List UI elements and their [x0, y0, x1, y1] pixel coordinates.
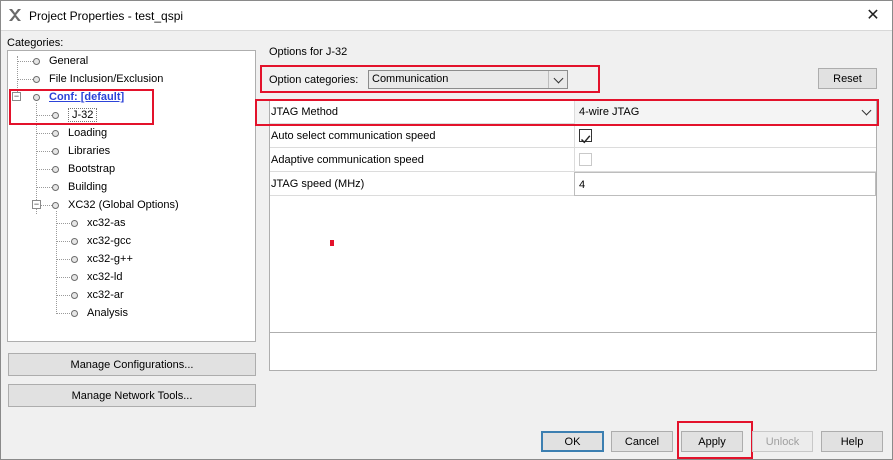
- node-bullet-icon: [33, 75, 40, 83]
- tree-guide: [56, 259, 70, 260]
- help-button[interactable]: Help: [821, 431, 883, 452]
- node-bullet-icon: [52, 129, 59, 137]
- tree-guide: [56, 211, 57, 314]
- apply-button[interactable]: Apply: [681, 431, 743, 452]
- tree-item-libraries[interactable]: Libraries: [52, 143, 110, 159]
- option-categories-label: Option categories:: [269, 74, 359, 86]
- tree-guide: [56, 241, 70, 242]
- tree-item-bootstrap[interactable]: Bootstrap: [52, 161, 115, 177]
- tree-item-xc32[interactable]: XC32 (Global Options): [52, 197, 179, 213]
- option-row-adaptive-speed: Adaptive communication speed: [270, 148, 876, 172]
- categories-heading: Categories:: [7, 37, 64, 49]
- close-icon: ✕: [866, 7, 880, 24]
- auto-select-speed-label: Auto select communication speed: [271, 130, 436, 142]
- node-bullet-icon: [33, 57, 40, 65]
- options-table: JTAG Method 4-wire JTAG Auto select comm…: [269, 99, 877, 371]
- category-tree: General File Inclusion/Exclusion − Conf:…: [7, 50, 256, 342]
- manage-configurations-button[interactable]: Manage Configurations...: [8, 353, 256, 376]
- node-bullet-icon: [52, 183, 59, 191]
- tree-item-general[interactable]: General: [33, 53, 88, 69]
- jtag-speed-input[interactable]: 4: [574, 172, 876, 196]
- tree-guide: [56, 223, 70, 224]
- jtag-speed-label: JTAG speed (MHz): [271, 178, 365, 190]
- tree-item-loading[interactable]: Loading: [52, 125, 107, 141]
- tree-guide: [36, 103, 37, 214]
- ok-button[interactable]: OK: [541, 431, 604, 452]
- tree-guide: [56, 295, 70, 296]
- tree-item-file-inclusion[interactable]: File Inclusion/Exclusion: [33, 71, 163, 87]
- tree-guide: [40, 205, 52, 206]
- node-bullet-icon: [71, 291, 78, 299]
- tree-item-j32[interactable]: J-32: [52, 107, 98, 123]
- jtag-speed-value: 4: [579, 179, 586, 191]
- tree-item-xc32-ld[interactable]: xc32-ld: [71, 269, 122, 285]
- option-row-jtag-method: JTAG Method 4-wire JTAG: [270, 100, 876, 124]
- jtag-method-value: 4-wire JTAG: [579, 106, 640, 118]
- option-categories-select[interactable]: Communication: [368, 70, 568, 89]
- collapse-xc32-icon[interactable]: −: [32, 200, 41, 209]
- collapse-conf-icon[interactable]: −: [12, 92, 21, 101]
- node-bullet-icon: [71, 255, 78, 263]
- tree-item-analysis[interactable]: Analysis: [71, 305, 128, 321]
- tree-guide: [36, 133, 52, 134]
- option-row-jtag-speed: JTAG speed (MHz) 4: [270, 172, 876, 196]
- auto-select-speed-cell: [574, 124, 876, 148]
- tree-guide: [36, 151, 52, 152]
- tree-guide: [17, 56, 18, 96]
- tree-item-xc32-gpp[interactable]: xc32-g++: [71, 251, 133, 267]
- node-bullet-icon: [71, 237, 78, 245]
- cancel-button[interactable]: Cancel: [611, 431, 673, 452]
- adaptive-speed-checkbox[interactable]: [579, 153, 592, 166]
- auto-select-speed-checkbox[interactable]: [579, 129, 592, 144]
- title-bar: Project Properties - test_qspi ✕: [1, 1, 892, 31]
- jtag-method-label: JTAG Method: [271, 106, 339, 118]
- node-bullet-icon: [52, 165, 59, 173]
- close-window-button[interactable]: ✕: [864, 7, 882, 25]
- jtag-method-select[interactable]: 4-wire JTAG: [574, 100, 876, 124]
- node-bullet-icon: [52, 111, 59, 119]
- tree-item-xc32-ar[interactable]: xc32-ar: [71, 287, 124, 303]
- tree-guide: [56, 277, 70, 278]
- node-bullet-icon: [71, 273, 78, 281]
- tree-guide: [36, 187, 52, 188]
- chevron-down-icon: [861, 105, 872, 116]
- adaptive-speed-label: Adaptive communication speed: [271, 154, 424, 166]
- description-divider: [270, 332, 876, 333]
- node-bullet-icon: [52, 147, 59, 155]
- app-logo-icon: [9, 9, 21, 21]
- unlock-button[interactable]: Unlock: [752, 431, 813, 452]
- tree-guide: [56, 313, 70, 314]
- tree-item-xc32-gcc[interactable]: xc32-gcc: [71, 233, 131, 249]
- option-categories-value: Communication: [372, 73, 449, 85]
- node-bullet-icon: [52, 201, 59, 209]
- tree-guide: [36, 169, 52, 170]
- node-bullet-icon: [33, 93, 40, 101]
- project-properties-dialog: Project Properties - test_qspi ✕ Categor…: [0, 0, 893, 460]
- tree-item-conf[interactable]: Conf: [default]: [33, 89, 124, 105]
- adaptive-speed-cell: [574, 148, 876, 172]
- tree-guide: [17, 61, 33, 62]
- tree-item-building[interactable]: Building: [52, 179, 107, 195]
- tree-guide: [36, 115, 52, 116]
- tree-guide: [17, 79, 33, 80]
- node-bullet-icon: [71, 219, 78, 227]
- red-marker: [330, 240, 334, 246]
- manage-network-tools-button[interactable]: Manage Network Tools...: [8, 384, 256, 407]
- checkmark-icon: [580, 135, 591, 144]
- tree-item-xc32-as[interactable]: xc32-as: [71, 215, 126, 231]
- select-divider: [548, 71, 549, 88]
- window-title: Project Properties - test_qspi: [29, 9, 184, 23]
- option-row-auto-select-speed: Auto select communication speed: [270, 124, 876, 148]
- chevron-down-icon: [553, 73, 564, 84]
- node-bullet-icon: [71, 309, 78, 317]
- reset-button[interactable]: Reset: [818, 68, 877, 89]
- options-heading: Options for J-32: [269, 46, 348, 58]
